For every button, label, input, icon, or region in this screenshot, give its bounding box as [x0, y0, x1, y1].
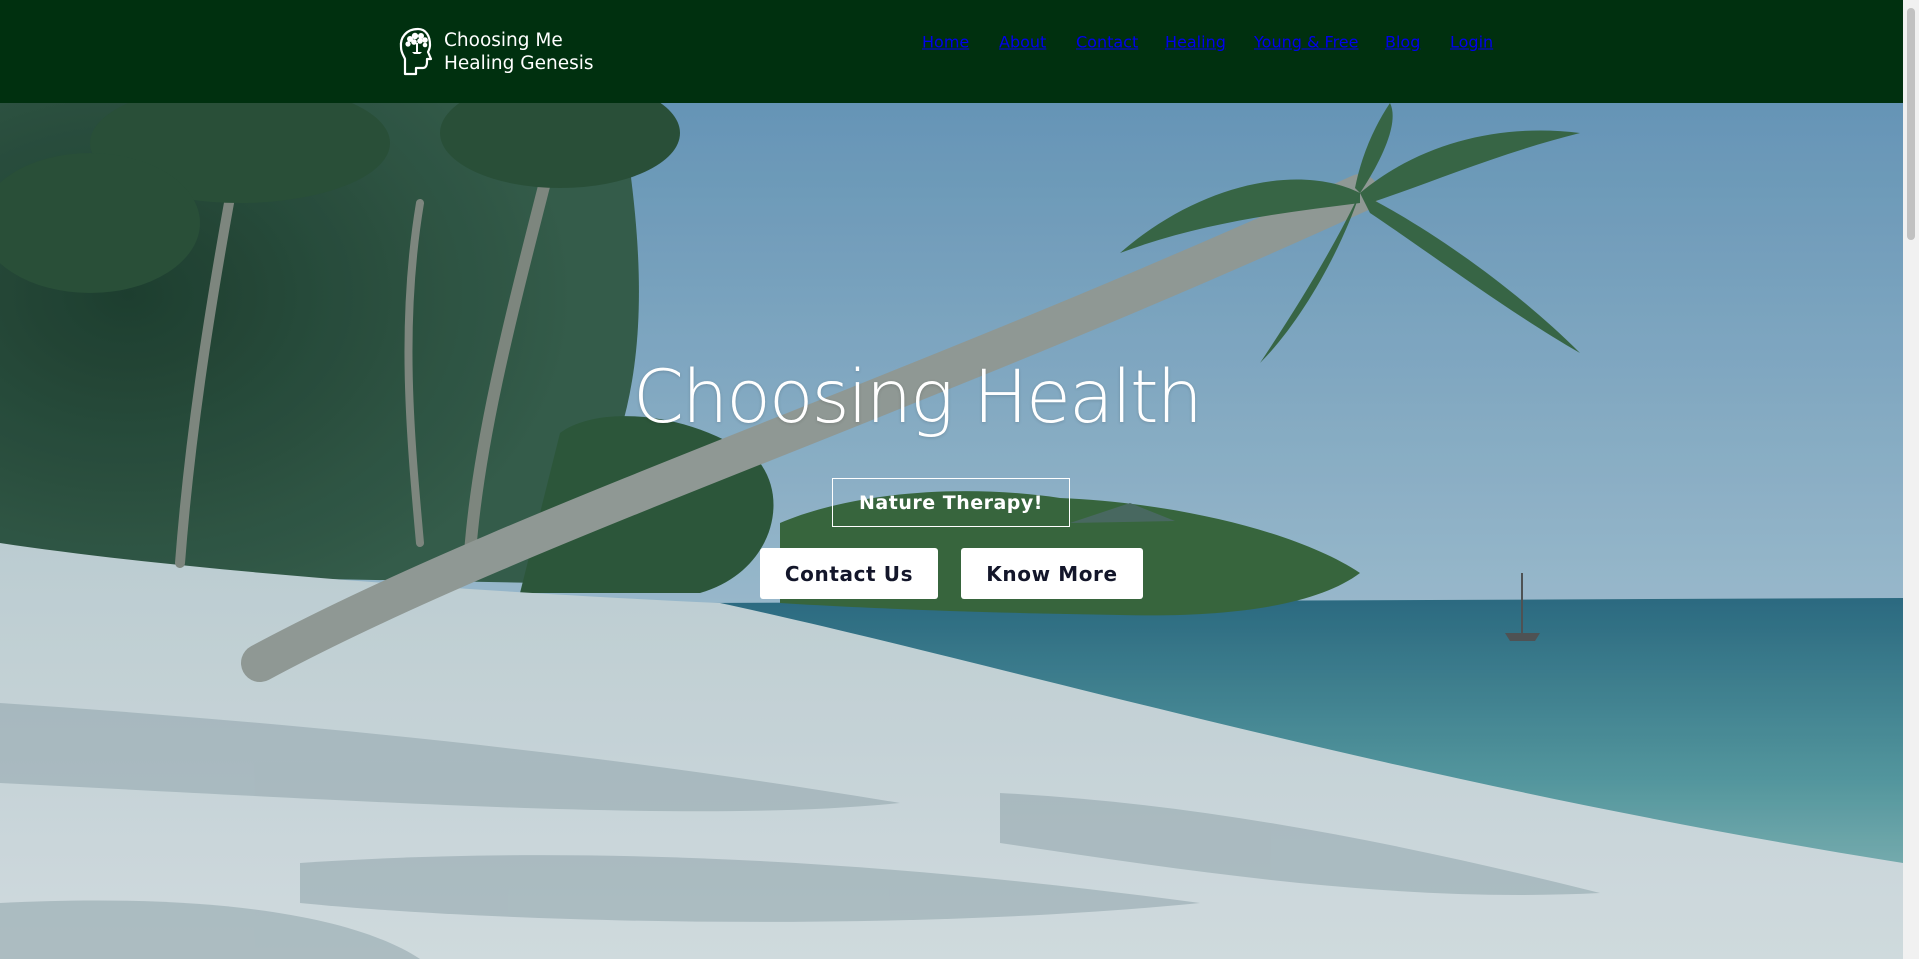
know-more-button[interactable]: Know More	[961, 548, 1143, 599]
nature-therapy-tag: Nature Therapy!	[832, 478, 1070, 527]
nav-login[interactable]: Login	[1450, 33, 1493, 52]
brand-name: Choosing Me Healing Genesis	[444, 29, 594, 75]
nav-healing[interactable]: Healing	[1165, 33, 1226, 52]
brand-line-2: Healing Genesis	[444, 53, 594, 74]
nav-about[interactable]: About	[999, 33, 1046, 52]
hero-title: Choosing Health	[633, 355, 1203, 440]
hero-section: Choosing Health Nature Therapy! Contact …	[0, 103, 1903, 959]
nav-contact[interactable]: Contact	[1076, 33, 1138, 52]
hero-overlay	[0, 103, 1903, 959]
nav-blog[interactable]: Blog	[1385, 33, 1420, 52]
contact-us-button[interactable]: Contact Us	[760, 548, 938, 599]
site-header: Choosing Me Healing Genesis Home About C…	[0, 0, 1903, 103]
scrollbar-thumb[interactable]	[1907, 8, 1915, 240]
nav-young-free[interactable]: Young & Free	[1254, 33, 1358, 52]
nav-home[interactable]: Home	[922, 33, 969, 52]
brand-line-1: Choosing Me	[444, 30, 563, 51]
brand-link[interactable]: Choosing Me Healing Genesis	[396, 26, 594, 78]
head-with-tree-icon	[399, 27, 433, 76]
page-scrollbar[interactable]	[1903, 0, 1919, 959]
